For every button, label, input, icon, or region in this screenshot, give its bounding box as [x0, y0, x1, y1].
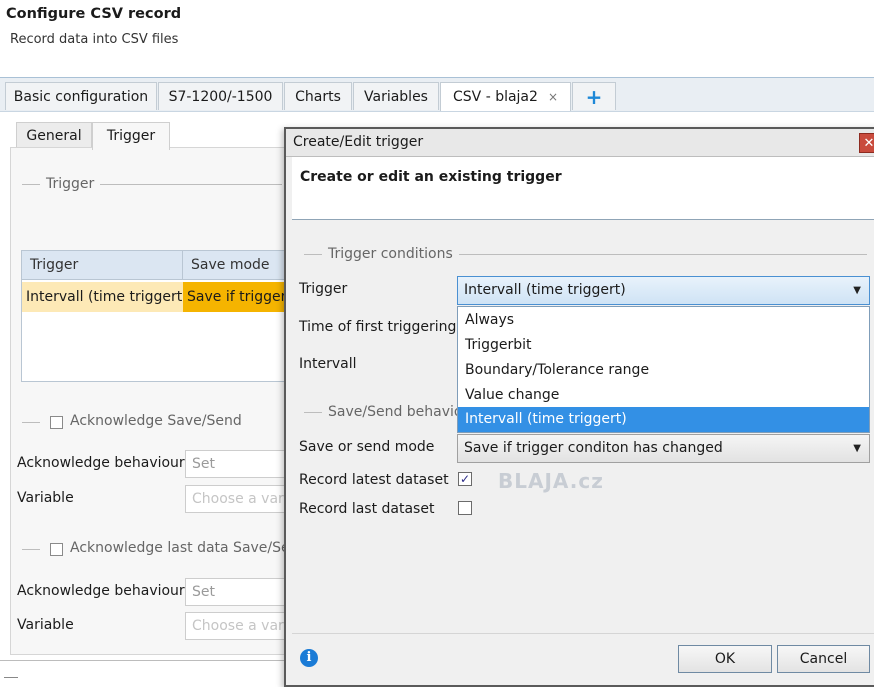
chevron-down-icon: ▼ [853, 443, 861, 454]
variable2-label: Variable [17, 617, 74, 633]
tab-add[interactable]: + [572, 82, 616, 110]
save-mode-label: Save or send mode [299, 439, 435, 455]
option-intervall[interactable]: Intervall (time triggert) [458, 407, 869, 432]
trigger-label: Trigger [299, 281, 348, 297]
record-last-label: Record last dataset [299, 501, 435, 517]
trigger-dropdown[interactable]: Intervall (time triggert) ▼ [457, 276, 870, 305]
ack-last-behaviour-label: Acknowledge behaviour [17, 583, 185, 599]
ack-save-checkbox[interactable] [50, 416, 63, 429]
plus-icon: + [585, 85, 603, 109]
resize-handle [4, 677, 18, 682]
ack-last-group-label: Acknowledge last data Save/Send [66, 540, 298, 556]
save-mode-dropdown[interactable]: Save if trigger conditon has changed ▼ [457, 434, 870, 463]
option-boundary-tolerance[interactable]: Boundary/Tolerance range [458, 358, 869, 383]
grid-row-trigger[interactable]: Intervall (time triggert) [22, 282, 183, 312]
subtab-label: Trigger [106, 128, 156, 144]
ack-last-group-header: Acknowledge last data Save/Send [40, 540, 298, 560]
record-last-checkbox[interactable] [458, 501, 472, 515]
dialog-title: Create/Edit trigger [293, 134, 424, 150]
tab-label: Charts [295, 89, 341, 105]
option-always[interactable]: Always [458, 308, 869, 333]
tab-s7-1200-1500[interactable]: S7-1200/-1500 [158, 82, 283, 110]
subtab-label: General [26, 128, 82, 144]
subtab-trigger[interactable]: Trigger [92, 122, 170, 150]
subtab-general[interactable]: General [16, 122, 92, 149]
save-mode-value: Save if trigger conditon has changed [464, 440, 723, 456]
tab-csv-blaja2[interactable]: CSV - blaja2 × [440, 82, 571, 111]
ack-last-checkbox[interactable] [50, 543, 63, 556]
tab-label: S7-1200/-1500 [168, 89, 273, 105]
chevron-down-icon: ▼ [853, 285, 861, 296]
option-value-change[interactable]: Value change [458, 383, 869, 408]
page-subtitle: Record data into CSV files [10, 32, 179, 47]
info-icon[interactable]: i [300, 649, 318, 667]
variable-label: Variable [17, 490, 74, 506]
ack-behaviour-label: Acknowledge behaviour [17, 455, 185, 471]
close-icon[interactable]: ✕ [859, 133, 874, 153]
save-group-label: Save/Send behavio [322, 404, 464, 420]
interval-label: Intervall [299, 356, 357, 372]
ack-group-header: Acknowledge Save/Send [40, 413, 298, 433]
dialog-header-text: Create or edit an existing trigger [300, 169, 562, 185]
grid-header: Trigger Save mode [22, 251, 302, 280]
tab-label: Basic configuration [13, 89, 149, 105]
variable-input[interactable]: Choose a varia [185, 485, 295, 513]
tab-charts[interactable]: Charts [284, 82, 352, 110]
close-icon[interactable]: × [548, 90, 558, 104]
ok-button[interactable]: OK [678, 645, 772, 673]
dialog-header [292, 157, 874, 220]
tab-label: Variables [364, 89, 428, 105]
first-trigger-label: Time of first triggering [299, 319, 457, 335]
tab-basic-configuration[interactable]: Basic configuration [5, 82, 157, 110]
watermark: BLAJA.cz [498, 469, 604, 493]
trigger-dropdown-value: Intervall (time triggert) [464, 282, 626, 298]
record-latest-label: Record latest dataset [299, 472, 449, 488]
ack-behaviour-select[interactable]: Set [185, 450, 295, 478]
trigger-group-label: Trigger [40, 176, 101, 192]
ack-last-behaviour-select[interactable]: Set [185, 578, 295, 606]
record-latest-checkbox[interactable]: ✓ [458, 472, 472, 486]
cancel-button[interactable]: Cancel [777, 645, 870, 673]
trigger-options-list: Always Triggerbit Boundary/Tolerance ran… [457, 306, 870, 433]
trigger-conditions-label: Trigger conditions [322, 246, 459, 262]
bottom-divider [0, 660, 290, 661]
tab-label: CSV - blaja2 [453, 89, 538, 105]
variable2-input[interactable]: Choose a varia [185, 612, 295, 640]
ack-group-label: Acknowledge Save/Send [66, 413, 246, 429]
tab-variables[interactable]: Variables [353, 82, 439, 110]
grid-header-trigger[interactable]: Trigger [22, 251, 183, 279]
option-triggerbit[interactable]: Triggerbit [458, 333, 869, 358]
page-title: Configure CSV record [6, 6, 182, 22]
